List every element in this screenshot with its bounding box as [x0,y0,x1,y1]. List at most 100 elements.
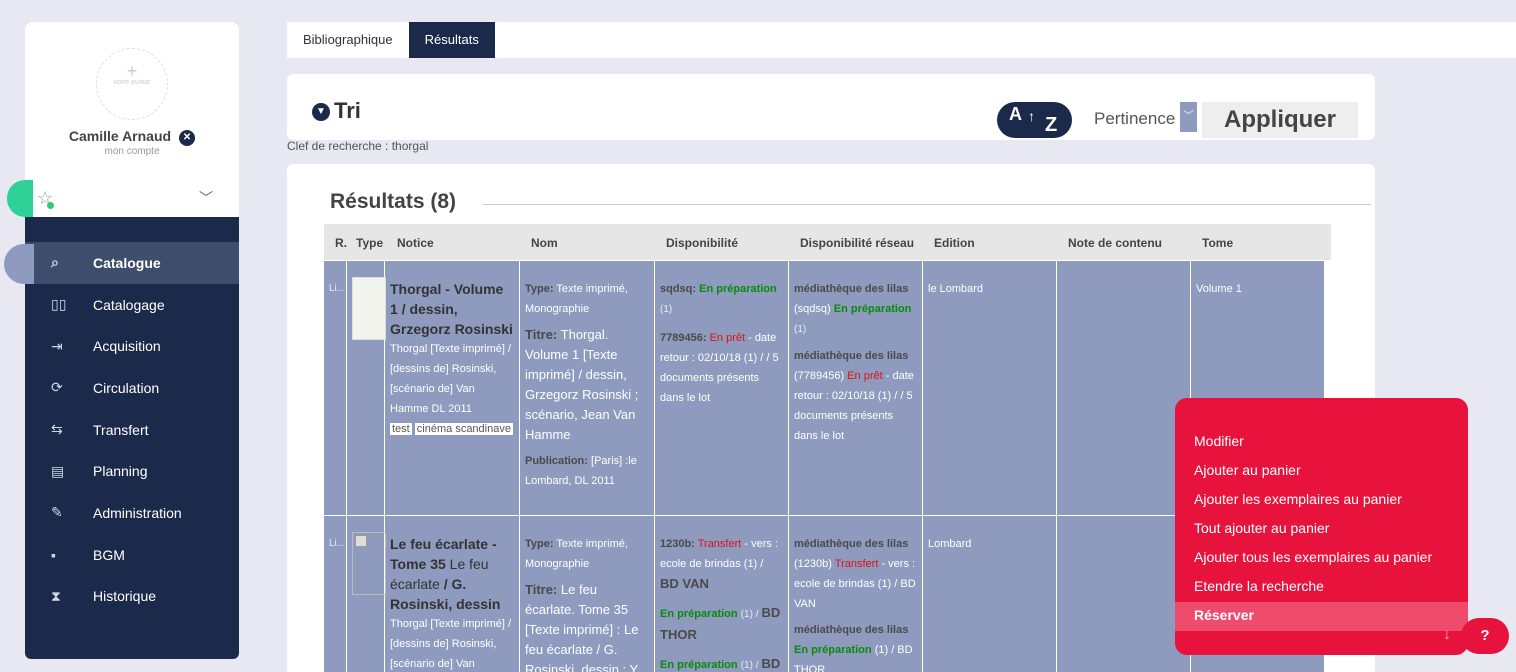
avatar-plus-icon: + [126,61,138,81]
item-code: (7789456) [794,370,845,382]
menu-item-extend-search[interactable]: Etendre la recherche [1175,573,1468,602]
sort-a-letter: A [1009,104,1022,124]
item-count: (1) / [740,609,759,620]
nom-title-value: Thorgal. Volume 1 [Texte imprimé] / dess… [525,327,639,442]
cell-notice: Thorgal - Volume 1 / dessin, Grzegorz Ro… [385,261,520,515]
avatar[interactable]: + votre avatar [96,48,168,120]
cell-type [347,516,386,672]
menu-item-modifier[interactable]: Modifier [1175,428,1468,457]
arrow-down-icon[interactable]: ↓ [1443,626,1451,644]
column-header-tome[interactable]: Tome [1202,236,1233,250]
apply-button[interactable]: Appliquer [1202,102,1358,138]
chevron-down-icon[interactable]: ﹀ [199,188,213,208]
column-header-nom[interactable]: Nom [531,236,558,250]
column-header-edition[interactable]: Edition [934,236,975,250]
library-name: médiathèque des lilas [794,283,909,295]
item-count: (1) / [740,660,759,671]
shelf-location: BD [761,656,781,671]
nom-title-label: Titre: [525,582,558,597]
nav-item-catalogue[interactable]: ⌕ Catalogue [25,242,239,284]
notice-description: Thorgal [Texte imprimé] / [dessins de] R… [390,618,512,670]
favorites-indicator [7,180,33,217]
row-context-menu: Modifier Ajouter au panier Ajouter les e… [1175,398,1468,655]
cell-nom: Type: Texte imprimé, Monographie Titre: … [520,516,655,672]
table-row[interactable]: Li... Thorgal - Volume 1 / dessin, Grzeg… [324,261,1324,515]
main-nav: ⌕ Catalogue ▯▯ Catalogage ⇥ Acquisition … [25,242,239,617]
tab-bibliographique[interactable]: Bibliographique [287,22,409,58]
library-name: médiathèque des lilas [794,624,909,636]
menu-item-add-all-copies-to-cart[interactable]: Ajouter tous les exemplaires au panier [1175,544,1468,573]
sort-z-letter: Z [1045,114,1058,136]
notice-title-link[interactable]: Le feu écarlate - Tome 35 Le feu écarlat… [390,534,514,614]
broken-image-icon[interactable] [352,532,386,595]
item-code: (sqdsq) [794,303,831,315]
sort-panel: ▼ Tri A ↑ Z Pertinence ﹀ Appliquer [287,74,1375,140]
select-chevron-down-icon[interactable]: ﹀ [1180,102,1197,132]
cell-note-contenu [1057,261,1191,515]
calendar-icon: ▤ [51,462,65,479]
avatar-placeholder-text: votre avatar [113,79,151,86]
column-header-disponibilite[interactable]: Disponibilité [666,236,738,250]
status-badge: En préparation [660,659,738,671]
item-count: (1) [660,304,673,315]
sidebar: + votre avatar Camille Arnaud ✕ mon compt… [25,22,239,659]
menu-item-add-to-cart[interactable]: Ajouter au panier [1175,457,1468,486]
tag[interactable]: test [390,423,412,435]
cell-edition: le Lombard [923,261,1057,515]
menu-item-reserve[interactable]: Réserver [1175,602,1468,631]
cell-disponibilite-reseau: médiathèque des lilas (sqdsq) En prépara… [789,261,923,515]
menu-item-add-all-to-cart[interactable]: Tout ajouter au panier [1175,515,1468,544]
notice-title-link[interactable]: Thorgal - Volume 1 / dessin, Grzegorz Ro… [390,279,514,339]
cell-notice: Le feu écarlate - Tome 35 Le feu écarlat… [385,516,520,672]
help-button[interactable]: ? [1461,618,1509,654]
nav-item-administration[interactable]: ✎ Administration [25,492,239,534]
item-code: 1230b: [660,538,695,550]
status-badge: En prêt [847,370,883,382]
nav-item-historique[interactable]: ⧗ Historique [25,576,239,618]
nav-item-label: Catalogage [93,296,165,313]
item-code: 7789456: [660,332,707,344]
favorites-row[interactable]: ☆ ﹀ [25,182,239,218]
nav-item-circulation[interactable]: ⟳ Circulation [25,367,239,409]
nav-item-label: Administration [93,504,182,521]
import-icon: ⇥ [51,337,63,354]
book-open-icon: ▯▯ [51,296,67,313]
status-badge: En préparation [833,303,912,315]
nom-title-label: Titre: [525,327,558,342]
nav-item-acquisition[interactable]: ⇥ Acquisition [25,325,239,367]
divider [483,204,1371,205]
nav-item-planning[interactable]: ▤ Planning [25,450,239,492]
tag[interactable]: cinéma scandinave [414,423,513,435]
column-header-r[interactable]: R. [335,236,347,250]
tab-resultats[interactable]: Résultats [408,22,495,58]
book-cover-image[interactable] [352,277,386,340]
nav-item-transfert[interactable]: ⇆ Transfert [25,409,239,451]
hourglass-icon: ⧗ [51,587,61,604]
column-header-type[interactable]: Type [356,236,383,250]
results-table-header: R. Type Notice Nom Disponibilité Disponi… [324,224,1331,260]
column-header-note-contenu[interactable]: Note de contenu [1068,236,1162,250]
nav-item-label: Planning [93,463,148,480]
nav-item-label: Historique [93,588,157,605]
column-header-notice[interactable]: Notice [397,236,434,250]
nav-item-label: Circulation [93,379,160,396]
nav-item-bgm[interactable]: ▪ BGM [25,534,239,576]
collapse-chevron-icon[interactable]: ▼ [312,103,330,121]
cell-type [347,261,386,515]
notice-description: Thorgal [Texte imprimé] / [dessins de] R… [390,343,512,415]
sort-select[interactable]: Pertinence [1094,109,1175,129]
column-header-disponibilite-reseau[interactable]: Disponibilité réseau [800,236,914,250]
my-account-link[interactable]: mon compte [25,146,239,157]
menu-item-add-copies-to-cart[interactable]: Ajouter les exemplaires au panier [1175,486,1468,515]
logout-close-icon[interactable]: ✕ [179,130,196,146]
sort-direction-button[interactable]: A ↑ Z [997,102,1072,138]
cell-disponibilite: sqdsq: En préparation (1) 7789456: En pr… [655,261,789,515]
library-name: médiathèque des lilas [794,350,909,362]
status-badge: En préparation [699,283,777,295]
search-key: Clef de recherche : thorgal [287,139,429,153]
table-row[interactable]: Li... Le feu écarlate - Tome 35 Le feu é… [324,516,1324,672]
nav-item-label: Acquisition [93,338,161,355]
cell-disponibilite-reseau: médiathèque des lilas (1230b) Transfert … [789,516,923,672]
nav-item-catalogage[interactable]: ▯▯ Catalogage [25,284,239,326]
transfer-icon: ⇆ [51,421,63,438]
